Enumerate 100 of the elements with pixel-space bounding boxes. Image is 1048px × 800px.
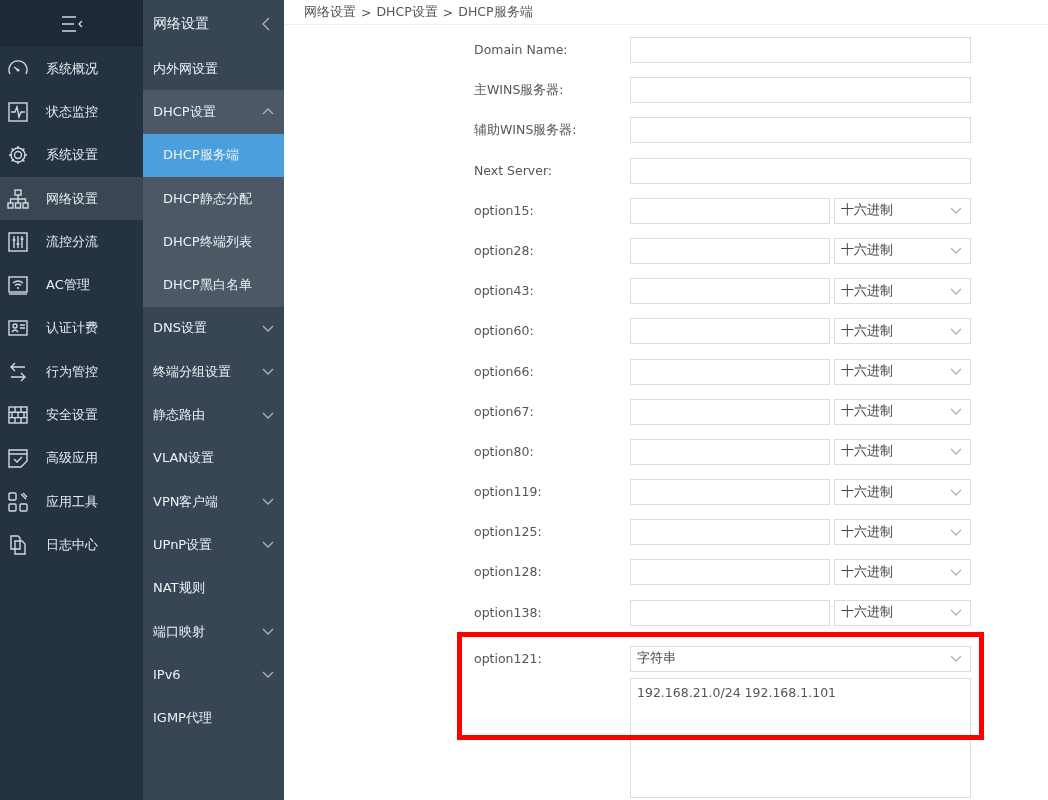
nav-item[interactable]: NAT规则 bbox=[143, 566, 284, 610]
field-label: 主WINS服务器: bbox=[474, 81, 565, 100]
field-label: option60: bbox=[474, 322, 535, 341]
settings-icon bbox=[7, 144, 29, 167]
nav-item[interactable]: 系统设置 bbox=[0, 133, 143, 177]
field-label: option43: bbox=[474, 282, 535, 301]
sliders-icon bbox=[7, 230, 29, 253]
chevron-down-icon bbox=[950, 408, 962, 416]
format-dropdown[interactable]: 十六进制 bbox=[834, 438, 971, 465]
input-field[interactable] bbox=[630, 77, 971, 104]
input-field[interactable] bbox=[630, 237, 830, 264]
chevron-down-icon bbox=[262, 368, 274, 376]
input-field[interactable] bbox=[630, 278, 830, 305]
nav-item[interactable]: VLAN设置 bbox=[143, 436, 284, 480]
nav-item[interactable]: 应用工具 bbox=[0, 479, 143, 524]
format-dropdown[interactable]: 十六进制 bbox=[834, 479, 971, 506]
chevron-down-icon bbox=[262, 324, 274, 332]
nav-item[interactable]: VPN客户端 bbox=[143, 479, 284, 524]
format-dropdown[interactable]: 十六进制 bbox=[834, 599, 971, 626]
breadcrumb-link[interactable]: DHCP设置 bbox=[376, 3, 438, 21]
format-dropdown[interactable]: 十六进制 bbox=[834, 559, 971, 586]
input-field[interactable] bbox=[630, 559, 830, 586]
format-dropdown[interactable]: 十六进制 bbox=[834, 237, 971, 264]
chevron-down-icon bbox=[950, 488, 962, 496]
chevron-down-icon bbox=[950, 448, 962, 456]
nav-item[interactable]: DHCP设置 bbox=[143, 90, 284, 134]
nav-item[interactable]: 系统概况 bbox=[0, 47, 143, 91]
format-dropdown[interactable]: 十六进制 bbox=[834, 318, 971, 345]
nav-item[interactable]: 日志中心 bbox=[0, 523, 143, 567]
nav-subitem[interactable]: DHCP静态分配 bbox=[143, 176, 284, 221]
format-dropdown[interactable]: 十六进制 bbox=[834, 519, 971, 546]
nav-item[interactable]: DNS设置 bbox=[143, 306, 284, 351]
field-label: option119: bbox=[474, 483, 543, 502]
nav-item[interactable]: AC管理 bbox=[0, 263, 143, 307]
brick-wall-icon bbox=[7, 404, 29, 426]
nav-item[interactable]: IGMP代理 bbox=[143, 696, 284, 740]
field-label: option28: bbox=[474, 241, 535, 260]
field-label: option66: bbox=[474, 362, 535, 381]
breadcrumb-link[interactable]: 网络设置 bbox=[304, 3, 356, 21]
nav-item[interactable]: 认证计费 bbox=[0, 306, 143, 351]
wifi-icon bbox=[7, 274, 29, 297]
network-icon bbox=[7, 187, 29, 210]
field-label: option128: bbox=[474, 563, 543, 582]
chevron-left-icon[interactable] bbox=[262, 16, 270, 31]
nav-item[interactable]: 端口映射 bbox=[143, 609, 284, 654]
input-field[interactable] bbox=[630, 519, 830, 546]
input-field[interactable] bbox=[630, 37, 971, 63]
input-field[interactable] bbox=[630, 318, 830, 345]
chevron-down-icon bbox=[950, 327, 962, 335]
checked-note-icon bbox=[7, 447, 29, 470]
format-dropdown[interactable]: 十六进制 bbox=[834, 197, 971, 224]
nav-item[interactable]: IPv6 bbox=[143, 653, 284, 697]
field-label: option138: bbox=[474, 603, 543, 622]
input-field[interactable] bbox=[630, 197, 830, 224]
field-label: option125: bbox=[474, 523, 543, 542]
nav-item[interactable]: 终端分组设置 bbox=[143, 350, 284, 394]
chevron-down-icon bbox=[950, 609, 962, 617]
input-field[interactable] bbox=[630, 438, 830, 465]
format-dropdown[interactable]: 十六进制 bbox=[834, 398, 971, 425]
chevron-down-icon bbox=[262, 541, 274, 549]
menu-collapse-icon[interactable] bbox=[59, 14, 84, 33]
app-grid-icon bbox=[7, 490, 29, 513]
input-field[interactable] bbox=[630, 157, 971, 184]
nav-item[interactable]: 网络设置 bbox=[0, 176, 143, 221]
chevron-up-icon bbox=[262, 108, 274, 116]
chevron-down-icon bbox=[262, 411, 274, 419]
format-dropdown[interactable]: 十六进制 bbox=[834, 278, 971, 305]
field-label: option67: bbox=[474, 402, 535, 421]
nav-item[interactable]: 高级应用 bbox=[0, 436, 143, 480]
chevron-down-icon bbox=[262, 498, 274, 506]
nav-subitem[interactable]: DHCP黑白名单 bbox=[143, 263, 284, 307]
nav-item[interactable]: 状态监控 bbox=[0, 90, 143, 134]
nav-item[interactable]: 行为管控 bbox=[0, 350, 143, 394]
nav-item[interactable]: 安全设置 bbox=[0, 393, 143, 437]
input-field[interactable] bbox=[630, 117, 971, 144]
breadcrumb-link[interactable]: DHCP服务端 bbox=[458, 3, 533, 21]
breadcrumb-separator: > bbox=[361, 4, 372, 20]
input-field[interactable] bbox=[630, 398, 830, 425]
breadcrumb-separator: > bbox=[442, 4, 454, 20]
field-label: 辅助WINS服务器: bbox=[474, 121, 578, 140]
section-title: 网络设置 bbox=[153, 14, 209, 33]
field-label: Domain Name: bbox=[474, 41, 569, 59]
nav-item[interactable]: 流控分流 bbox=[0, 220, 143, 264]
chevron-down-icon bbox=[950, 528, 962, 536]
nav-item[interactable]: UPnP设置 bbox=[143, 523, 284, 567]
input-field[interactable] bbox=[630, 479, 830, 506]
pulse-icon bbox=[7, 100, 29, 123]
text-area[interactable]: 192.168.21.0/24 192.168.1.101 bbox=[630, 677, 971, 798]
format-dropdown[interactable]: 十六进制 bbox=[834, 358, 971, 385]
nav-item[interactable]: 静态路由 bbox=[143, 393, 284, 437]
field-label: option121: bbox=[474, 649, 543, 668]
field-label: option80: bbox=[474, 442, 535, 461]
nav-item[interactable]: 内外网设置 bbox=[143, 47, 284, 91]
field-label: option15: bbox=[474, 201, 535, 220]
input-field[interactable] bbox=[630, 599, 830, 626]
chevron-down-icon bbox=[950, 568, 962, 576]
input-field[interactable] bbox=[630, 358, 830, 385]
documents-icon bbox=[7, 533, 29, 556]
format-dropdown[interactable]: 字符串 bbox=[630, 645, 971, 672]
nav-subitem[interactable]: DHCP终端列表 bbox=[143, 220, 284, 264]
